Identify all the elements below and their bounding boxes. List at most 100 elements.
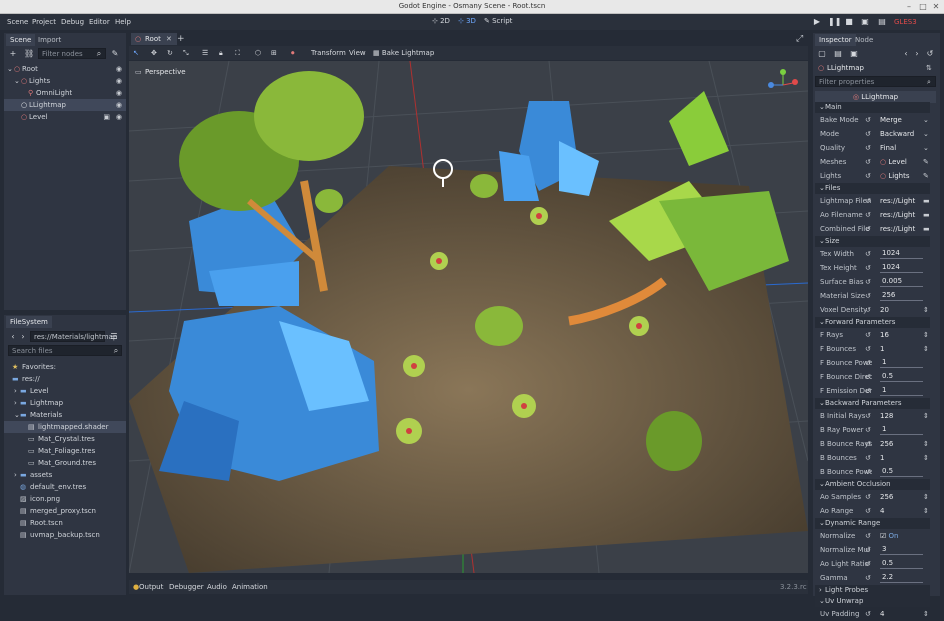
- property-dropdown[interactable]: Merge: [880, 116, 902, 124]
- normalize-checkbox[interactable]: ☑ On: [880, 532, 898, 540]
- revert-icon[interactable]: ↺: [865, 532, 871, 540]
- maximize-icon[interactable]: □: [918, 2, 928, 12]
- history-icon[interactable]: ↺: [925, 49, 935, 59]
- tab-filesystem[interactable]: FileSystem: [6, 316, 52, 328]
- file-tree-item[interactable]: ▤ Root.tscn: [4, 517, 126, 529]
- revert-icon[interactable]: ↺: [865, 493, 871, 501]
- property-value[interactable]: 2.2: [880, 573, 923, 583]
- visibility-icon[interactable]: ◉: [116, 101, 122, 109]
- stop-icon[interactable]: ■: [844, 17, 854, 27]
- output-tab[interactable]: Output: [139, 583, 163, 591]
- property-value[interactable]: 128: [880, 412, 893, 420]
- file-tree-item[interactable]: ▤ lightmapped.shader: [4, 421, 126, 433]
- viewport-scene[interactable]: [129, 61, 808, 573]
- file-path-field[interactable]: res://Light: [880, 197, 915, 205]
- revert-icon[interactable]: ↺: [865, 116, 871, 124]
- file-tree-item[interactable]: ▭ Mat_Ground.tres: [4, 457, 126, 469]
- revert-icon[interactable]: ↺: [865, 130, 871, 138]
- visibility-icon[interactable]: ◉: [116, 113, 122, 121]
- folder-icon[interactable]: ▬: [923, 197, 930, 205]
- spinner-icon[interactable]: ⇕: [923, 454, 929, 462]
- file-tree-item[interactable]: ▤ uvmap_backup.tscn: [4, 529, 126, 541]
- spinner-icon[interactable]: ⇕: [923, 507, 929, 515]
- workspace-3d-button[interactable]: ⊹ 3D: [458, 17, 476, 25]
- revert-icon[interactable]: ↺: [865, 331, 871, 339]
- play-icon[interactable]: ▶: [812, 17, 822, 27]
- spinner-icon[interactable]: ⇕: [923, 610, 929, 618]
- revert-icon[interactable]: ↺: [865, 373, 871, 381]
- revert-icon[interactable]: ↺: [865, 468, 871, 476]
- property-value[interactable]: 0.5: [880, 467, 923, 477]
- property-value[interactable]: 1: [880, 345, 884, 353]
- file-tree-item[interactable]: ▨ icon.png: [4, 493, 126, 505]
- load-resource-icon[interactable]: ▤: [833, 49, 843, 59]
- lock-icon[interactable]: 🔒︎: [219, 49, 223, 58]
- visibility-icon[interactable]: ◉: [116, 89, 122, 97]
- expand-arrow-icon[interactable]: ⌄: [14, 77, 20, 85]
- file-path-field[interactable]: res://Light: [880, 225, 915, 233]
- property-value[interactable]: 256: [880, 440, 893, 448]
- bake-lightmap-button[interactable]: ▦ Bake Lightmap: [373, 49, 434, 57]
- tab-inspector[interactable]: Inspector: [815, 34, 856, 46]
- menu-scene[interactable]: Scene: [7, 18, 28, 26]
- file-tree-item[interactable]: › ▬ assets: [4, 469, 126, 481]
- file-tree-item[interactable]: ⌄ ▬ Materials: [4, 409, 126, 421]
- close-icon[interactable]: ✕: [931, 2, 941, 12]
- dropdown-arrow-icon[interactable]: ⌄: [923, 130, 929, 138]
- scale-tool-icon[interactable]: ⤡: [183, 49, 189, 58]
- property-value[interactable]: 1024: [880, 249, 923, 259]
- split-view-icon[interactable]: ☰: [109, 332, 119, 342]
- history-back-icon[interactable]: ‹: [901, 49, 911, 59]
- menu-help[interactable]: Help: [115, 18, 131, 26]
- spinner-icon[interactable]: ⇕: [923, 493, 929, 501]
- revert-icon[interactable]: ↺: [865, 345, 871, 353]
- revert-icon[interactable]: ↺: [865, 172, 871, 180]
- debugger-tab[interactable]: Debugger: [169, 583, 204, 591]
- visibility-icon[interactable]: ◉: [116, 77, 122, 85]
- rotate-tool-icon[interactable]: ↻: [167, 49, 173, 57]
- scene-tree-item[interactable]: ⌄ ○ Root ◉: [4, 63, 126, 75]
- inspector-section[interactable]: ⌄ Files: [815, 183, 930, 194]
- file-tree-item[interactable]: ▭ Mat_Foliage.tres: [4, 445, 126, 457]
- menu-debug[interactable]: Debug: [61, 18, 84, 26]
- edit-icon[interactable]: ✎: [923, 158, 929, 166]
- local-space-icon[interactable]: ⬡: [255, 49, 261, 57]
- path-field[interactable]: res://Materials/lightmap: [30, 331, 117, 342]
- pause-icon[interactable]: ❚❚: [828, 17, 841, 27]
- filter-properties-input[interactable]: Filter properties: [815, 76, 936, 87]
- property-value[interactable]: 0.005: [880, 277, 923, 287]
- visibility-icon[interactable]: ◉: [116, 65, 122, 73]
- property-value[interactable]: 1: [880, 425, 923, 435]
- view-menu[interactable]: View: [349, 49, 366, 57]
- file-tree-item[interactable]: › ▬ Lightmap: [4, 397, 126, 409]
- revert-icon[interactable]: ↺: [865, 440, 871, 448]
- revert-icon[interactable]: ↺: [865, 387, 871, 395]
- scene-tree-item[interactable]: ○ Level ◉ ▣: [4, 111, 126, 123]
- property-value[interactable]: 256: [880, 493, 893, 501]
- expand-arrow-icon[interactable]: ⌄: [7, 65, 13, 73]
- property-value[interactable]: 3: [880, 545, 923, 555]
- select-tool-icon[interactable]: ↖: [133, 49, 139, 57]
- property-dropdown[interactable]: Backward: [880, 130, 914, 138]
- revert-icon[interactable]: ↺: [865, 359, 871, 367]
- revert-icon[interactable]: ↺: [865, 546, 871, 554]
- node-path-field[interactable]: ○ Level: [880, 158, 907, 166]
- folder-icon[interactable]: ▬: [923, 211, 930, 219]
- revert-icon[interactable]: ↺: [865, 144, 871, 152]
- scene-tree-item[interactable]: ○ LLightmap ◉: [4, 99, 126, 111]
- revert-icon[interactable]: ↺: [865, 225, 871, 233]
- expand-arrow-icon[interactable]: ›: [14, 471, 17, 479]
- move-tool-icon[interactable]: ✥: [151, 49, 157, 57]
- property-value[interactable]: 1: [880, 386, 923, 396]
- back-icon[interactable]: ‹: [8, 332, 18, 342]
- file-tree-item[interactable]: ◍ default_env.tres: [4, 481, 126, 493]
- animation-tab[interactable]: Animation: [232, 583, 268, 591]
- revert-icon[interactable]: ↺: [865, 211, 871, 219]
- file-tree-item[interactable]: › ▬ Level: [4, 385, 126, 397]
- spinner-icon[interactable]: ⇕: [923, 412, 929, 420]
- expand-arrow-icon[interactable]: ›: [14, 399, 17, 407]
- property-value[interactable]: 4: [880, 507, 884, 515]
- audio-tab[interactable]: Audio: [207, 583, 227, 591]
- add-node-icon[interactable]: +: [8, 49, 18, 59]
- property-value[interactable]: 20: [880, 306, 889, 314]
